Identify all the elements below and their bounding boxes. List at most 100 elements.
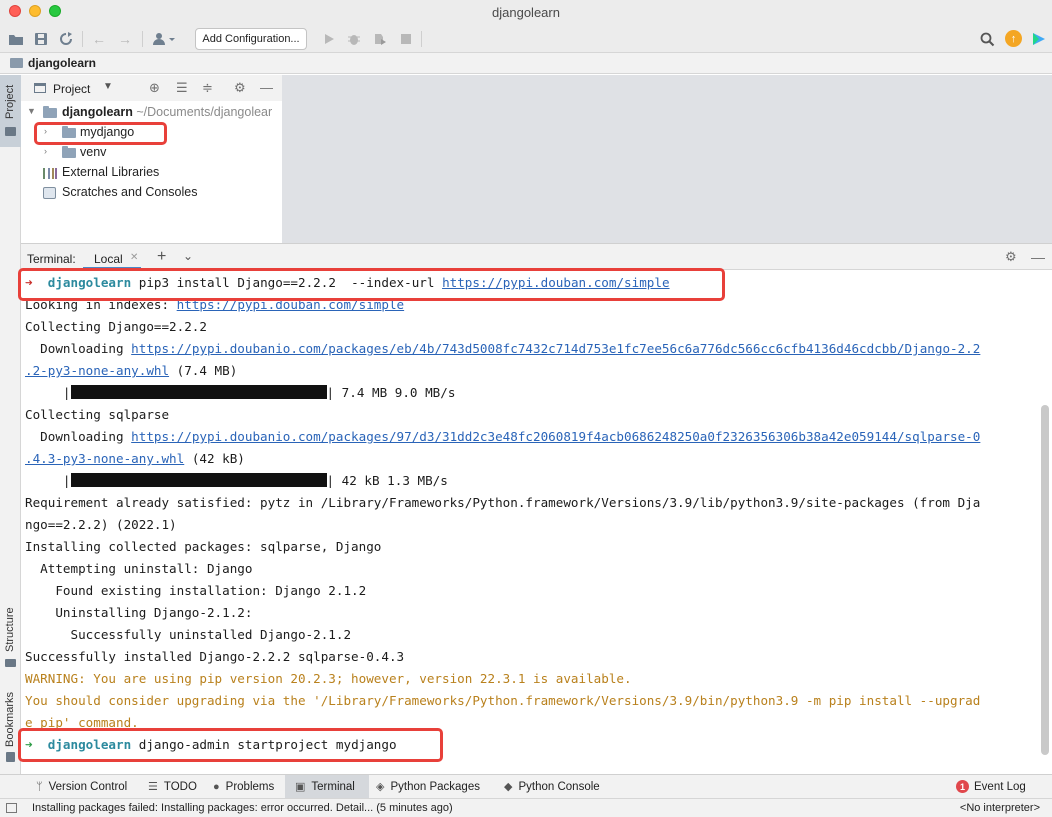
terminal-tab-label: Local <box>94 252 123 266</box>
project-view-icon <box>34 83 46 93</box>
project-tool-button[interactable]: Project <box>0 75 21 147</box>
main-toolbar: ← → Add Configuration... ↑ <box>0 24 1052 53</box>
chevron-right-icon[interactable]: › <box>44 146 47 156</box>
branch-icon: ᛘ <box>36 780 43 793</box>
save-icon[interactable] <box>32 30 50 48</box>
structure-tool-label: Structure <box>4 607 16 652</box>
locate-icon[interactable]: ⊕ <box>149 80 160 96</box>
project-tool-label: Project <box>4 84 16 119</box>
tab-python-console[interactable]: ◆ Python Console <box>498 775 606 798</box>
chevron-right-icon[interactable]: › <box>44 126 47 136</box>
terminal-tab-local[interactable]: Local ✕ <box>83 244 141 270</box>
forward-arrow-icon[interactable]: → <box>116 30 134 48</box>
close-icon[interactable]: ✕ <box>130 252 138 263</box>
terminal-line: Successfully uninstalled Django-2.1.2 <box>25 627 352 642</box>
event-count-badge: 1 <box>956 780 969 793</box>
tab-version-control[interactable]: ᛘ Version Control <box>30 775 133 798</box>
terminal-line: Attempting uninstall: Django <box>25 561 253 576</box>
back-arrow-icon[interactable]: ← <box>90 30 108 48</box>
open-folder-icon[interactable] <box>7 30 25 48</box>
toolbar-separator <box>421 31 422 47</box>
debug-icon[interactable] <box>345 30 363 48</box>
tree-item-venv[interactable]: › venv <box>21 143 282 163</box>
url-link[interactable]: .4.3-py3-none-any.whl <box>25 451 184 466</box>
tree-item-label: djangolearn ~/Documents/djangolear <box>62 105 273 119</box>
tab-python-packages[interactable]: ◈ Python Packages <box>370 775 486 798</box>
folder-icon <box>62 146 76 158</box>
tab-problems[interactable]: ● Problems <box>207 775 280 798</box>
breadcrumb[interactable]: djangolearn <box>28 56 96 70</box>
bookmark-icon <box>6 752 15 762</box>
terminal-line: Collecting sqlparse <box>25 407 170 422</box>
left-tool-strip: Project Structure Bookmarks <box>0 75 21 775</box>
update-icon[interactable]: ↑ <box>1005 30 1022 47</box>
tab-todo[interactable]: ☰ TODO <box>142 775 203 798</box>
chevron-down-icon[interactable]: ▼ <box>27 106 36 116</box>
toggle-tool-windows-icon[interactable] <box>6 803 17 813</box>
run-with-coverage-icon[interactable] <box>371 30 389 48</box>
terminal-line: Collecting Django==2.2.2 <box>25 319 207 334</box>
url-link[interactable]: https://pypi.doubanio.com/packages/eb/4b… <box>131 341 980 356</box>
chevron-down-icon[interactable]: ▼ <box>103 81 113 92</box>
folder-icon <box>43 106 57 118</box>
tree-item-mydjango[interactable]: › mydjango <box>21 123 282 143</box>
tree-item-label: External Libraries <box>62 165 160 179</box>
scratches-icon <box>43 187 56 199</box>
url-link[interactable]: https://pypi.douban.com/simple <box>442 275 669 290</box>
tree-item-label: venv <box>80 145 107 159</box>
terminal-line: | | 42 kB 1.3 MB/s <box>25 473 448 488</box>
url-link[interactable]: https://pypi.douban.com/simple <box>177 297 404 312</box>
tree-item-scratches[interactable]: Scratches and Consoles <box>21 183 282 203</box>
terminal-line: Successfully installed Django-2.2.2 sqlp… <box>25 649 405 664</box>
add-terminal-icon[interactable]: + <box>157 248 166 266</box>
jetbrains-toolbox-icon[interactable] <box>1030 30 1048 48</box>
editor-area <box>282 75 1052 243</box>
tab-terminal[interactable]: ▣ Terminal <box>285 775 369 798</box>
terminal-output[interactable]: ➜ djangolearn pip3 install Django==2.2.2… <box>21 270 1052 774</box>
terminal-scrollbar[interactable] <box>1041 405 1049 755</box>
packages-icon: ◈ <box>376 781 385 793</box>
project-panel-header: Project ▼ ⊕ ☰ ≑ ⚙ — <box>21 75 282 101</box>
sync-icon[interactable] <box>57 30 75 48</box>
run-icon[interactable] <box>320 30 338 48</box>
progress-bar <box>70 473 327 487</box>
terminal-line: | | 7.4 MB 9.0 MB/s <box>25 385 456 400</box>
terminal-line: Looking in indexes: https://pypi.douban.… <box>25 297 405 312</box>
user-menu-icon[interactable] <box>151 30 177 48</box>
minimize-icon[interactable]: — <box>260 80 273 95</box>
interpreter-selector[interactable]: <No interpreter> <box>960 802 1040 814</box>
window-title: djangolearn <box>492 5 560 20</box>
collapse-all-icon[interactable]: ≑ <box>202 80 213 96</box>
url-link[interactable]: .2-py3-none-any.whl <box>25 363 169 378</box>
terminal-header: Terminal: Local ✕ + ⌄ ⚙ — <box>21 243 1052 270</box>
tree-item-root[interactable]: ▼ djangolearn ~/Documents/djangolear <box>21 103 282 123</box>
terminal-title: Terminal: <box>27 252 76 266</box>
library-icon <box>43 168 57 179</box>
terminal-line: .4.3-py3-none-any.whl (42 kB) <box>25 451 245 466</box>
tree-item-external-libraries[interactable]: External Libraries <box>21 163 282 183</box>
gear-icon[interactable]: ⚙ <box>234 80 246 96</box>
url-link[interactable]: https://pypi.doubanio.com/packages/97/d3… <box>131 429 980 444</box>
status-message[interactable]: Installing packages failed: Installing p… <box>32 802 453 814</box>
navigation-bar: djangolearn <box>0 53 1052 74</box>
progress-bar <box>70 385 327 399</box>
expand-all-icon[interactable]: ☰ <box>176 80 188 96</box>
chevron-down-icon[interactable]: ⌄ <box>183 249 193 263</box>
tree-item-label: mydjango <box>80 125 135 139</box>
add-configuration-button[interactable]: Add Configuration... <box>195 28 307 50</box>
terminal-line: Downloading https://pypi.doubanio.com/pa… <box>25 429 981 444</box>
folder-icon <box>5 127 16 136</box>
folder-icon <box>10 58 23 68</box>
tab-event-log[interactable]: 1 Event Log <box>950 775 1032 798</box>
bookmarks-tool-label: Bookmarks <box>4 691 16 747</box>
project-panel: Project ▼ ⊕ ☰ ≑ ⚙ — ▼ djangolearn ~/Docu… <box>21 75 282 243</box>
terminal-line: ➜ djangolearn django-admin startproject … <box>25 737 397 752</box>
prompt-arrow-icon: ➜ <box>25 737 33 752</box>
minimize-icon[interactable]: — <box>1031 249 1045 265</box>
search-icon[interactable] <box>978 30 996 48</box>
gear-icon[interactable]: ⚙ <box>1005 249 1017 265</box>
stop-icon[interactable] <box>397 30 415 48</box>
project-view-selector[interactable]: Project <box>53 82 90 96</box>
folder-icon <box>62 126 76 138</box>
list-icon: ☰ <box>148 781 158 793</box>
